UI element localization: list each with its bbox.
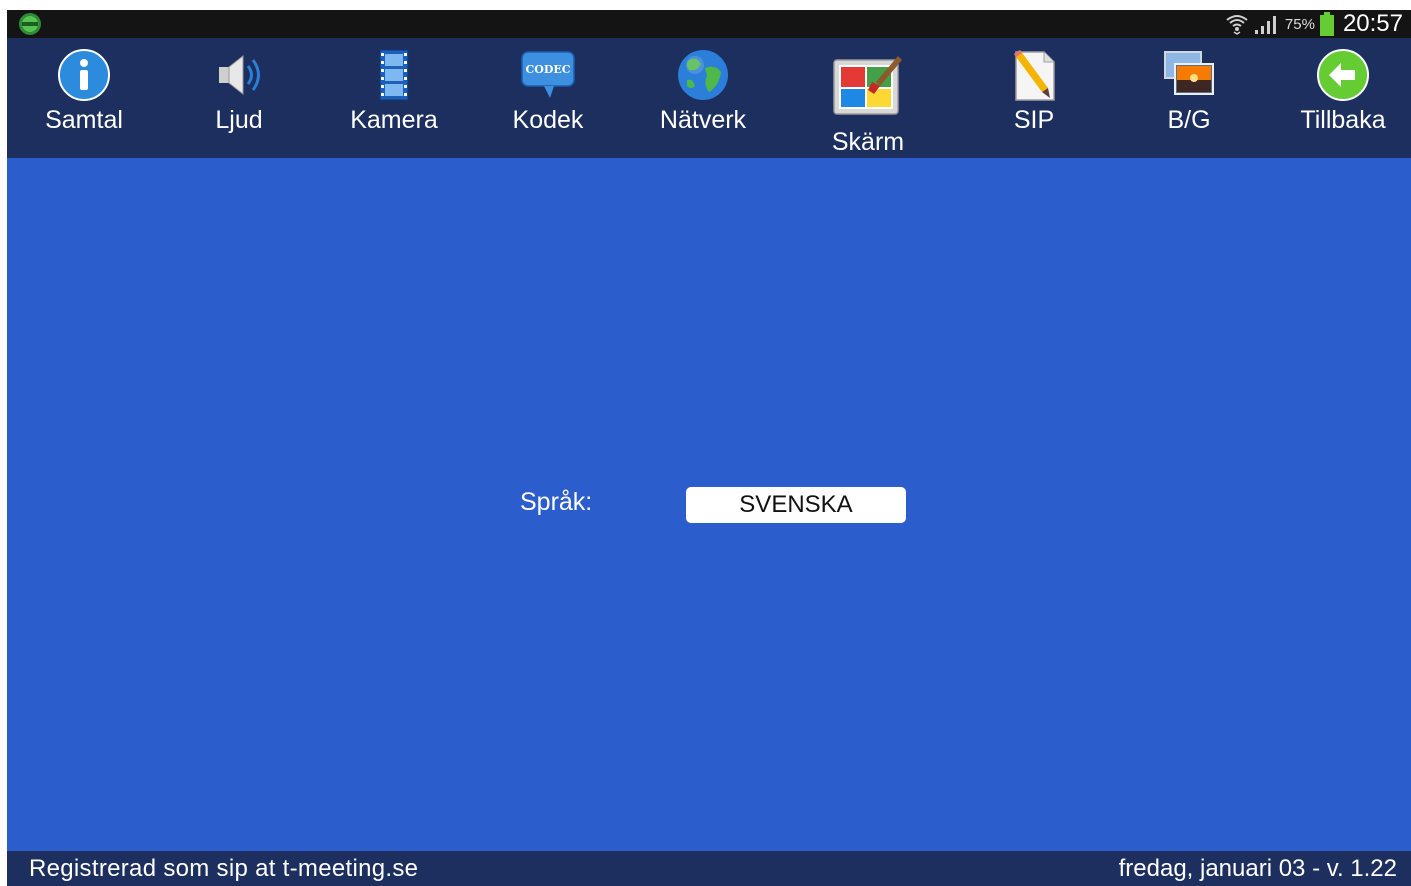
wifi-icon [1226, 15, 1248, 35]
tab-skarm[interactable]: Skärm [803, 38, 933, 158]
film-strip-icon [379, 49, 409, 101]
codec-icon-text: CODEC [525, 63, 570, 76]
tab-label: Samtal [45, 106, 123, 134]
language-select[interactable]: SVENSKA [686, 487, 906, 523]
tab-label: Ljud [215, 106, 263, 134]
tab-label: Skärm [831, 128, 905, 156]
date-version: fredag, januari 03 - v. 1.22 [1118, 855, 1397, 882]
tab-samtal[interactable]: Samtal [19, 38, 149, 158]
tab-label: B/G [1167, 106, 1211, 134]
tab-ljud[interactable]: Ljud [174, 38, 304, 158]
display-settings-panel: Språk: SVENSKA [7, 158, 1411, 851]
background-images-icon [1164, 51, 1214, 95]
language-label: Språk: [520, 488, 593, 516]
signal-icon [1254, 16, 1276, 34]
tab-label: Nätverk [659, 106, 747, 134]
registration-status: Registrerad som sip at t-meeting.se [29, 855, 419, 882]
tab-sip[interactable]: SIP [969, 38, 1099, 158]
tab-kamera[interactable]: Kamera [329, 38, 459, 158]
speaker-icon [219, 54, 260, 96]
app-screen: 75% 20:57 Samtal Ljud Kamera CODEC Kodek… [7, 10, 1411, 886]
tab-kodek[interactable]: CODEC Kodek [483, 38, 613, 158]
tab-label: SIP [1013, 106, 1055, 134]
battery-percent: 75% [1284, 15, 1315, 33]
tab-natverk[interactable]: Nätverk [638, 38, 768, 158]
back-arrow-icon [1317, 49, 1369, 101]
battery-icon [1319, 12, 1334, 36]
codec-bubble-icon: CODEC [521, 51, 575, 98]
tmeeting-app-icon [19, 13, 41, 35]
globe-icon [678, 50, 728, 100]
clock: 20:57 [1342, 10, 1403, 37]
tab-label: Kamera [350, 106, 438, 134]
tab-bg[interactable]: B/G [1124, 38, 1254, 158]
display-paint-icon [833, 56, 902, 115]
footer-bar: Registrerad som sip at t-meeting.se fred… [7, 851, 1411, 886]
settings-toolbar: Samtal Ljud Kamera CODEC Kodek Nätverk S… [7, 38, 1411, 158]
tab-label: Tillbaka [1300, 106, 1386, 134]
tab-tillbaka[interactable]: Tillbaka [1278, 38, 1408, 158]
info-icon [58, 49, 110, 101]
tab-label: Kodek [512, 106, 584, 134]
document-pencil-icon [1014, 50, 1055, 101]
status-bar: 75% 20:57 [7, 10, 1411, 38]
